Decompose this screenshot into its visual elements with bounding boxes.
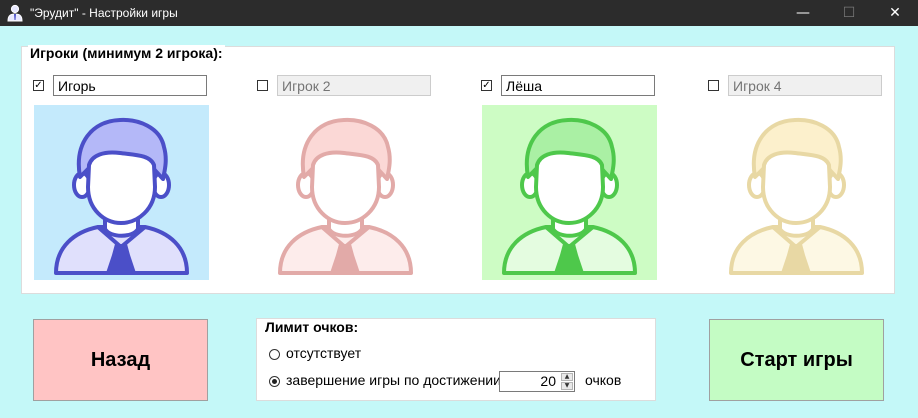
score-limit-stepper[interactable]: 20 ▲ ▼ (499, 371, 575, 392)
player-3-name-input[interactable] (501, 75, 655, 96)
back-button-label: Назад (90, 349, 151, 371)
window-title: "Эрудит" - Настройки игры (30, 6, 178, 20)
no-limit-label[interactable]: отсутствует (286, 345, 361, 361)
maximize-button[interactable]: ☐ (826, 0, 872, 26)
player-2-name-input[interactable] (277, 75, 431, 96)
player-2-avatar (258, 105, 433, 280)
player-1-avatar (34, 105, 209, 280)
close-button[interactable]: ✕ (872, 0, 918, 26)
limit-label[interactable]: завершение игры по достижении (286, 372, 501, 388)
score-limit-value[interactable]: 20 (500, 372, 560, 391)
player-1-checkbox[interactable]: ✓ (33, 80, 44, 91)
limit-radio-dot (272, 379, 277, 384)
player-2-checkbox[interactable] (257, 80, 268, 91)
player-1-name-input[interactable] (53, 75, 207, 96)
player-4-avatar (709, 105, 884, 280)
start-game-button-label: Старт игры (740, 349, 853, 371)
back-button[interactable]: Назад (33, 319, 208, 401)
score-limit-legend: Лимит очков: (263, 319, 361, 335)
start-game-button[interactable]: Старт игры (709, 319, 884, 401)
player-3-checkbox[interactable]: ✓ (481, 80, 492, 91)
players-group: Игроки (минимум 2 игрока): ✓ ✓ (21, 45, 895, 294)
player-4-checkbox[interactable] (708, 80, 719, 91)
minimize-button[interactable]: — (780, 0, 826, 26)
limit-radio[interactable] (269, 376, 280, 387)
title-bar[interactable]: "Эрудит" - Настройки игры — ☐ ✕ (0, 0, 918, 26)
player-3-avatar (482, 105, 657, 280)
players-group-legend: Игроки (минимум 2 игрока): (28, 45, 225, 61)
stepper-up-icon[interactable]: ▲ (561, 373, 573, 381)
score-limit-group: Лимит очков: отсутствует завершение игры… (256, 318, 656, 401)
app-icon (7, 4, 23, 22)
player-4-name-input[interactable] (728, 75, 882, 96)
no-limit-radio[interactable] (269, 349, 280, 360)
score-unit-label: очков (585, 372, 622, 388)
stepper-down-icon[interactable]: ▼ (561, 382, 573, 390)
